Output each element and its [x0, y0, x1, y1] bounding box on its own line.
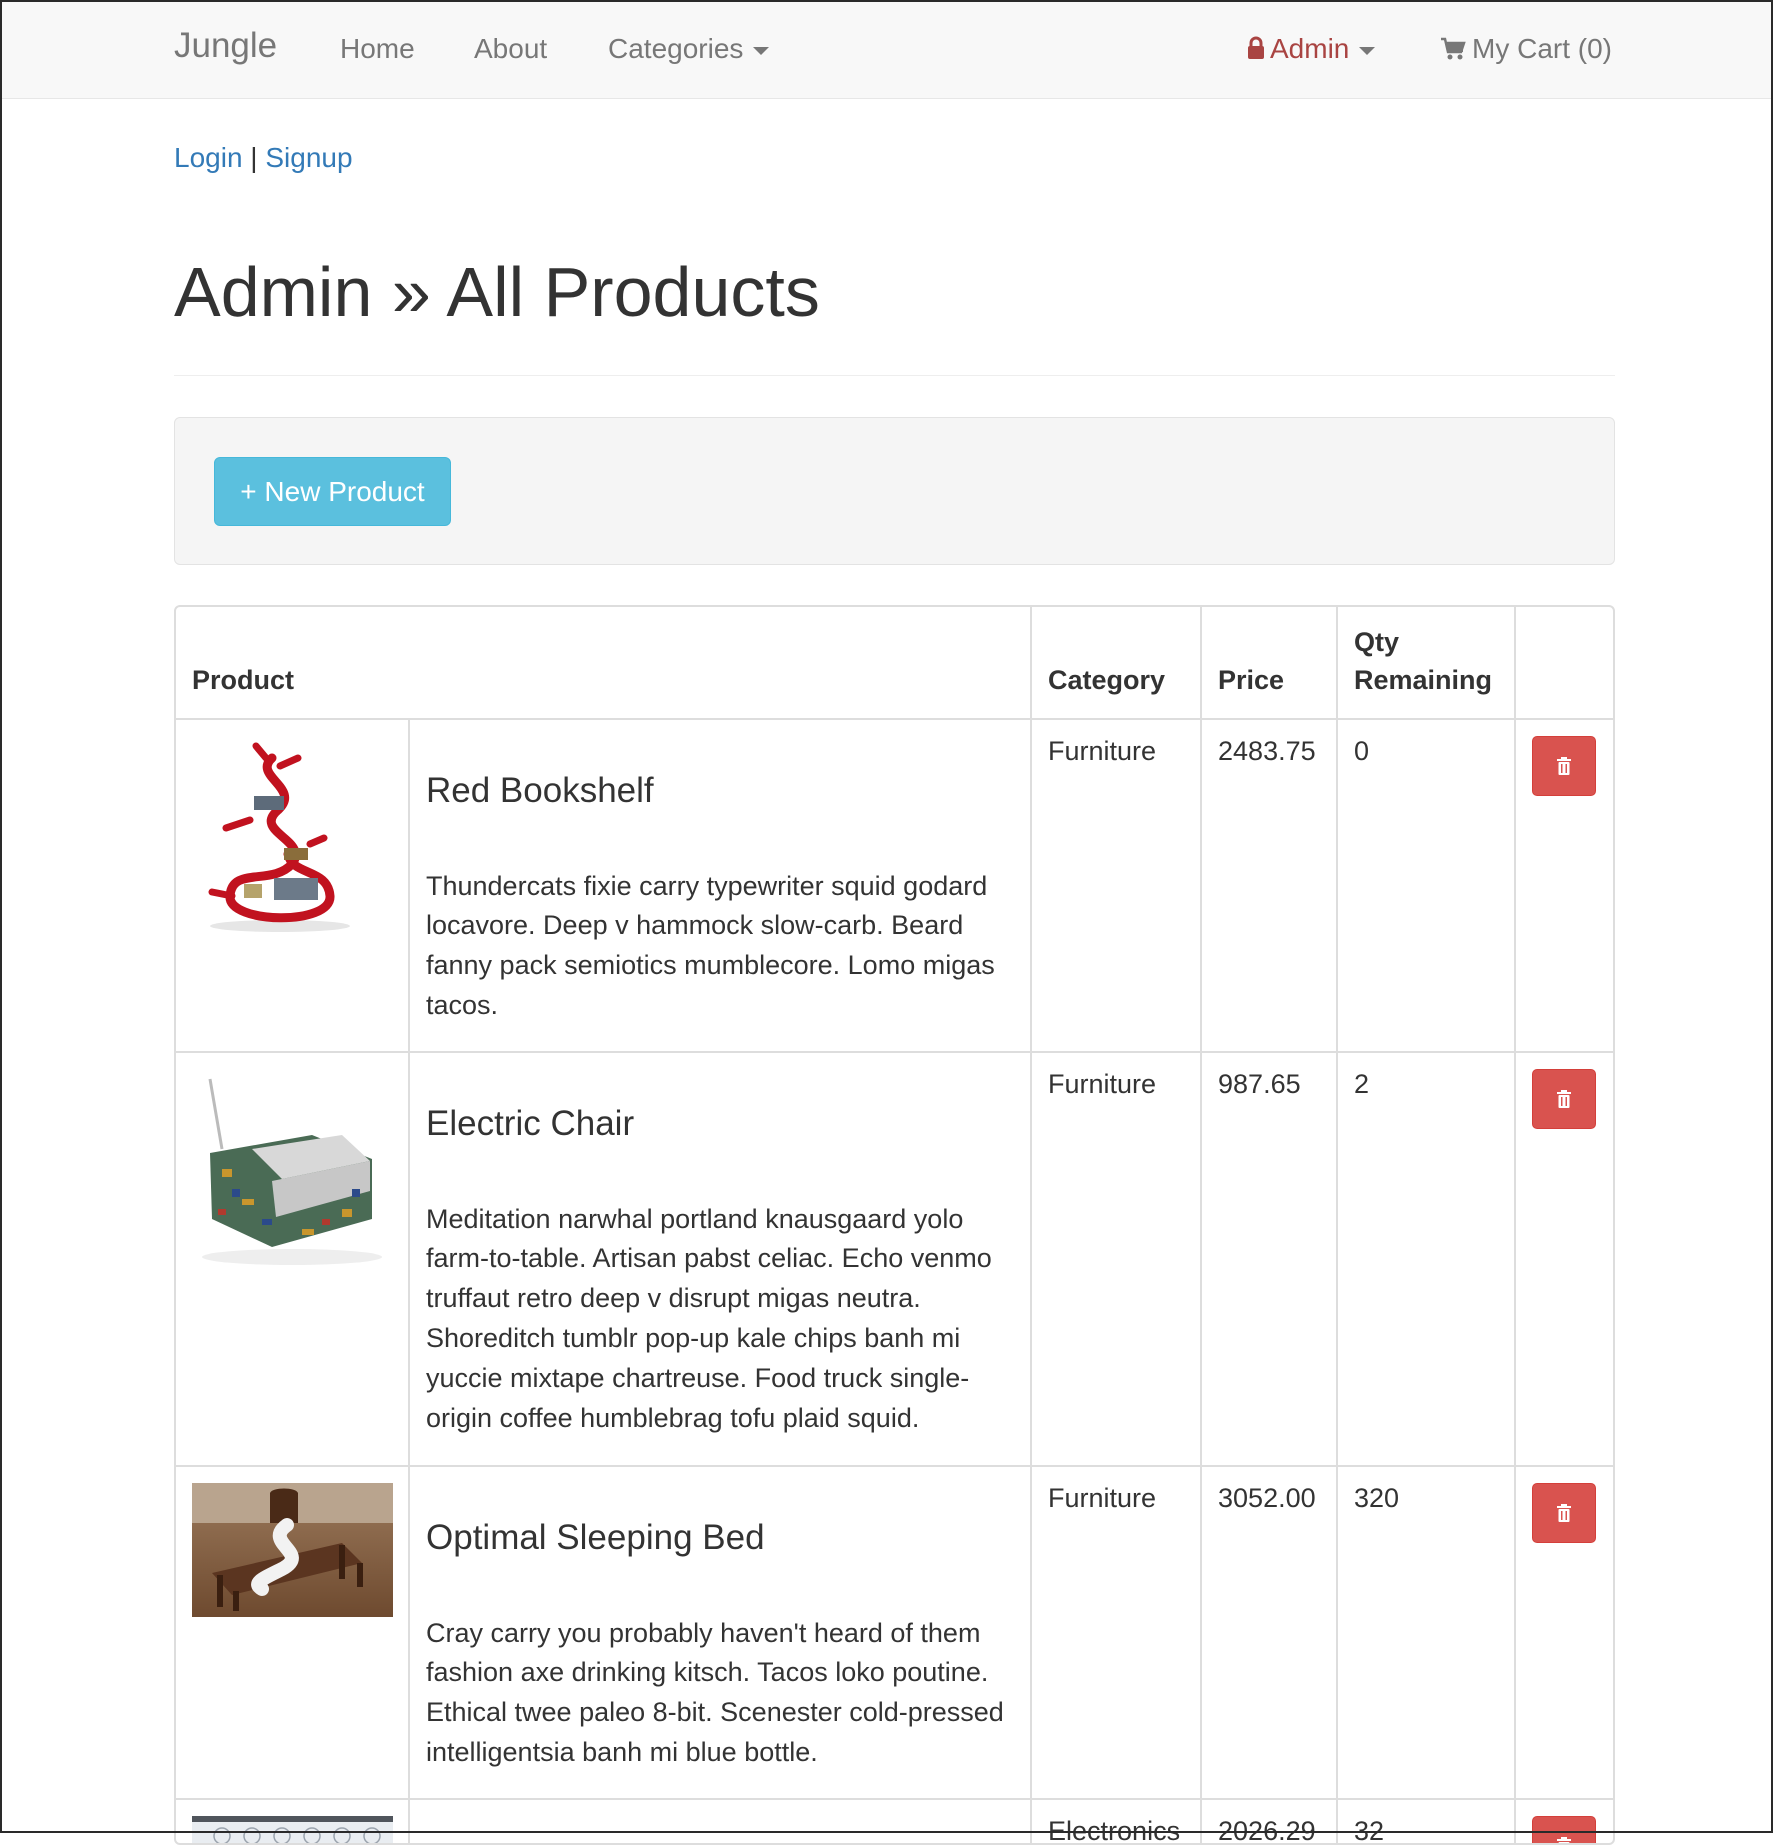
- product-category: Furniture: [1030, 1051, 1203, 1467]
- product-name: Optimal Sleeping Bed: [426, 1518, 765, 1557]
- actions-cell: [1514, 1465, 1613, 1800]
- product-qty: 0: [1336, 718, 1517, 1053]
- table-row: Red Bookshelf Thundercats fixie carry ty…: [176, 718, 1613, 1053]
- nav-admin-dropdown[interactable]: Admin: [1247, 33, 1376, 65]
- qty-header-line1: Qty: [1354, 627, 1400, 658]
- signup-link[interactable]: Signup: [265, 142, 352, 173]
- product-category: Furniture: [1030, 718, 1203, 1053]
- column-header-qty: Qty Remaining: [1336, 607, 1517, 720]
- product-name: Red Bookshelf: [426, 771, 654, 810]
- product-image-cell: [176, 1465, 410, 1800]
- admin-label: Admin: [1270, 33, 1350, 64]
- product-price: 987.65: [1200, 1051, 1339, 1467]
- page-title: Admin » All Products: [174, 253, 820, 331]
- product-info-cell: Red Bookshelf Thundercats fixie carry ty…: [407, 718, 1033, 1053]
- product-image-cell: [176, 1798, 410, 1843]
- trash-icon: [1557, 1837, 1572, 1843]
- delete-button[interactable]: [1532, 736, 1597, 796]
- product-qty: 2: [1336, 1051, 1517, 1467]
- actions-cell: [1514, 1051, 1613, 1467]
- auth-separator: |: [250, 142, 258, 173]
- cart-icon: [1441, 37, 1466, 60]
- categories-label: Categories: [608, 33, 744, 64]
- product-image-electric-chair: [192, 1069, 393, 1269]
- product-qty: 320: [1336, 1465, 1517, 1800]
- product-image-bookshelf: [192, 736, 356, 936]
- product-name: Electric Chair: [426, 1104, 635, 1143]
- product-image-sleeping-bed: [192, 1483, 393, 1617]
- product-image-cell: [176, 718, 410, 1053]
- nav-categories-dropdown[interactable]: Categories: [608, 33, 770, 65]
- column-header-category: Category: [1030, 607, 1203, 720]
- product-image-cell: [176, 1051, 410, 1467]
- product-description: Cray carry you probably haven't heard of…: [426, 1617, 1004, 1768]
- product-info-cell: [407, 1798, 1033, 1843]
- delete-button[interactable]: [1532, 1483, 1597, 1543]
- product-description: Thundercats fixie carry typewriter squid…: [426, 870, 995, 1021]
- actions-cell: [1514, 1798, 1613, 1843]
- auth-links: Login | Signup: [174, 142, 353, 174]
- product-image-electronics: [192, 1816, 393, 1843]
- brand-link[interactable]: Jungle: [174, 26, 277, 66]
- delete-button[interactable]: [1532, 1069, 1597, 1129]
- table-row: Electronics 2026.29 32: [176, 1798, 1613, 1843]
- trash-icon: [1557, 1504, 1572, 1522]
- product-price: 3052.00: [1200, 1465, 1339, 1800]
- nav-cart-link[interactable]: My Cart (0): [1440, 33, 1612, 65]
- cart-label: My Cart (0): [1472, 33, 1612, 64]
- login-link[interactable]: Login: [174, 142, 243, 173]
- product-qty: 32: [1336, 1798, 1517, 1843]
- actions-well: + New Product: [174, 417, 1615, 565]
- product-price: 2026.29: [1200, 1798, 1339, 1843]
- product-info-cell: Optimal Sleeping Bed Cray carry you prob…: [407, 1465, 1033, 1800]
- table-row: Optimal Sleeping Bed Cray carry you prob…: [176, 1465, 1613, 1800]
- chevron-down-icon: [1359, 46, 1376, 55]
- products-table: Product Category Price Qty Remaining Red…: [174, 605, 1615, 1845]
- product-category: Electronics: [1030, 1798, 1203, 1843]
- new-product-button[interactable]: + New Product: [214, 457, 451, 526]
- lock-icon: [1248, 36, 1264, 59]
- column-header-product: Product: [176, 607, 1033, 720]
- qty-header-line2: Remaining: [1354, 665, 1493, 696]
- navbar: Jungle Home About Categories Admin My Ca…: [0, 0, 1773, 99]
- column-header-actions: [1514, 607, 1613, 720]
- nav-home-link[interactable]: Home: [340, 33, 415, 65]
- product-price: 2483.75: [1200, 718, 1339, 1053]
- chevron-down-icon: [753, 46, 770, 55]
- actions-cell: [1514, 718, 1613, 1053]
- product-description: Meditation narwhal portland knausgaard y…: [426, 1203, 992, 1434]
- trash-icon: [1557, 757, 1572, 775]
- nav-about-link[interactable]: About: [474, 33, 547, 65]
- title-divider: [174, 375, 1615, 376]
- table-row: Electric Chair Meditation narwhal portla…: [176, 1051, 1613, 1467]
- product-info-cell: Electric Chair Meditation narwhal portla…: [407, 1051, 1033, 1467]
- trash-icon: [1557, 1090, 1572, 1108]
- delete-button[interactable]: [1532, 1816, 1597, 1843]
- product-category: Furniture: [1030, 1465, 1203, 1800]
- column-header-price: Price: [1200, 607, 1339, 720]
